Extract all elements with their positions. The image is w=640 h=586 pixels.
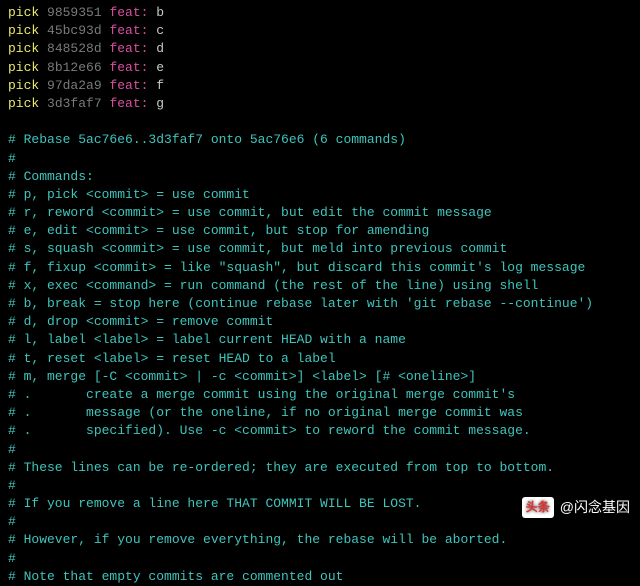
comment-line: # . message (or the oneline, if no origi…: [8, 404, 632, 422]
commit-prefix: feat:: [109, 41, 148, 56]
comment-line: # . create a merge commit using the orig…: [8, 386, 632, 404]
comment-line: # s, squash <commit> = use commit, but m…: [8, 240, 632, 258]
watermark: 头条 @闪念基因: [522, 497, 630, 518]
pick-keyword: pick: [8, 60, 39, 75]
commit-hash: 3d3faf7: [47, 96, 102, 111]
comment-line: # p, pick <commit> = use commit: [8, 186, 632, 204]
comment-line: [8, 113, 632, 131]
commit-prefix: feat:: [109, 78, 148, 93]
comment-line: # b, break = stop here (continue rebase …: [8, 295, 632, 313]
comment-line: #: [8, 441, 632, 459]
watermark-logo: 头条: [522, 497, 554, 518]
pick-keyword: pick: [8, 96, 39, 111]
commit-prefix: feat:: [109, 96, 148, 111]
watermark-handle: @闪念基因: [560, 498, 630, 518]
pick-keyword: pick: [8, 5, 39, 20]
comment-line: # . specified). Use -c <commit> to rewor…: [8, 422, 632, 440]
commit-prefix: feat:: [109, 23, 148, 38]
comment-line: # m, merge [-C <commit> | -c <commit>] <…: [8, 368, 632, 386]
pick-line[interactable]: pick 3d3faf7 feat: g: [8, 95, 632, 113]
pick-keyword: pick: [8, 41, 39, 56]
comment-line: # r, reword <commit> = use commit, but e…: [8, 204, 632, 222]
comment-line: # Rebase 5ac76e6..3d3faf7 onto 5ac76e6 (…: [8, 131, 632, 149]
commit-hash: 9859351: [47, 5, 102, 20]
commit-hash: 97da2a9: [47, 78, 102, 93]
pick-line[interactable]: pick 45bc93d feat: c: [8, 22, 632, 40]
commit-hash: 8b12e66: [47, 60, 102, 75]
pick-keyword: pick: [8, 23, 39, 38]
commit-prefix: feat:: [109, 5, 148, 20]
commit-message: f: [148, 78, 164, 93]
comment-line: # e, edit <commit> = use commit, but sto…: [8, 222, 632, 240]
pick-line[interactable]: pick 9859351 feat: b: [8, 4, 632, 22]
pick-line[interactable]: pick 97da2a9 feat: f: [8, 77, 632, 95]
comment-line: # d, drop <commit> = remove commit: [8, 313, 632, 331]
commit-prefix: feat:: [109, 60, 148, 75]
commit-hash: 45bc93d: [47, 23, 102, 38]
comment-line: #: [8, 477, 632, 495]
comment-line: # Commands:: [8, 168, 632, 186]
comment-line: # t, reset <label> = reset HEAD to a lab…: [8, 350, 632, 368]
comment-line: # l, label <label> = label current HEAD …: [8, 331, 632, 349]
comment-line: # x, exec <command> = run command (the r…: [8, 277, 632, 295]
comment-line: #: [8, 150, 632, 168]
comment-line: # Note that empty commits are commented …: [8, 568, 632, 586]
pick-line[interactable]: pick 848528d feat: d: [8, 40, 632, 58]
comment-line: # However, if you remove everything, the…: [8, 531, 632, 549]
comment-line: # These lines can be re-ordered; they ar…: [8, 459, 632, 477]
comment-line: #: [8, 550, 632, 568]
commit-message: g: [148, 96, 164, 111]
commit-message: e: [148, 60, 164, 75]
pick-line[interactable]: pick 8b12e66 feat: e: [8, 59, 632, 77]
commit-hash: 848528d: [47, 41, 102, 56]
commit-message: c: [148, 23, 164, 38]
pick-keyword: pick: [8, 78, 39, 93]
comment-line: # f, fixup <commit> = like "squash", but…: [8, 259, 632, 277]
commit-message: b: [148, 5, 164, 20]
commit-message: d: [148, 41, 164, 56]
